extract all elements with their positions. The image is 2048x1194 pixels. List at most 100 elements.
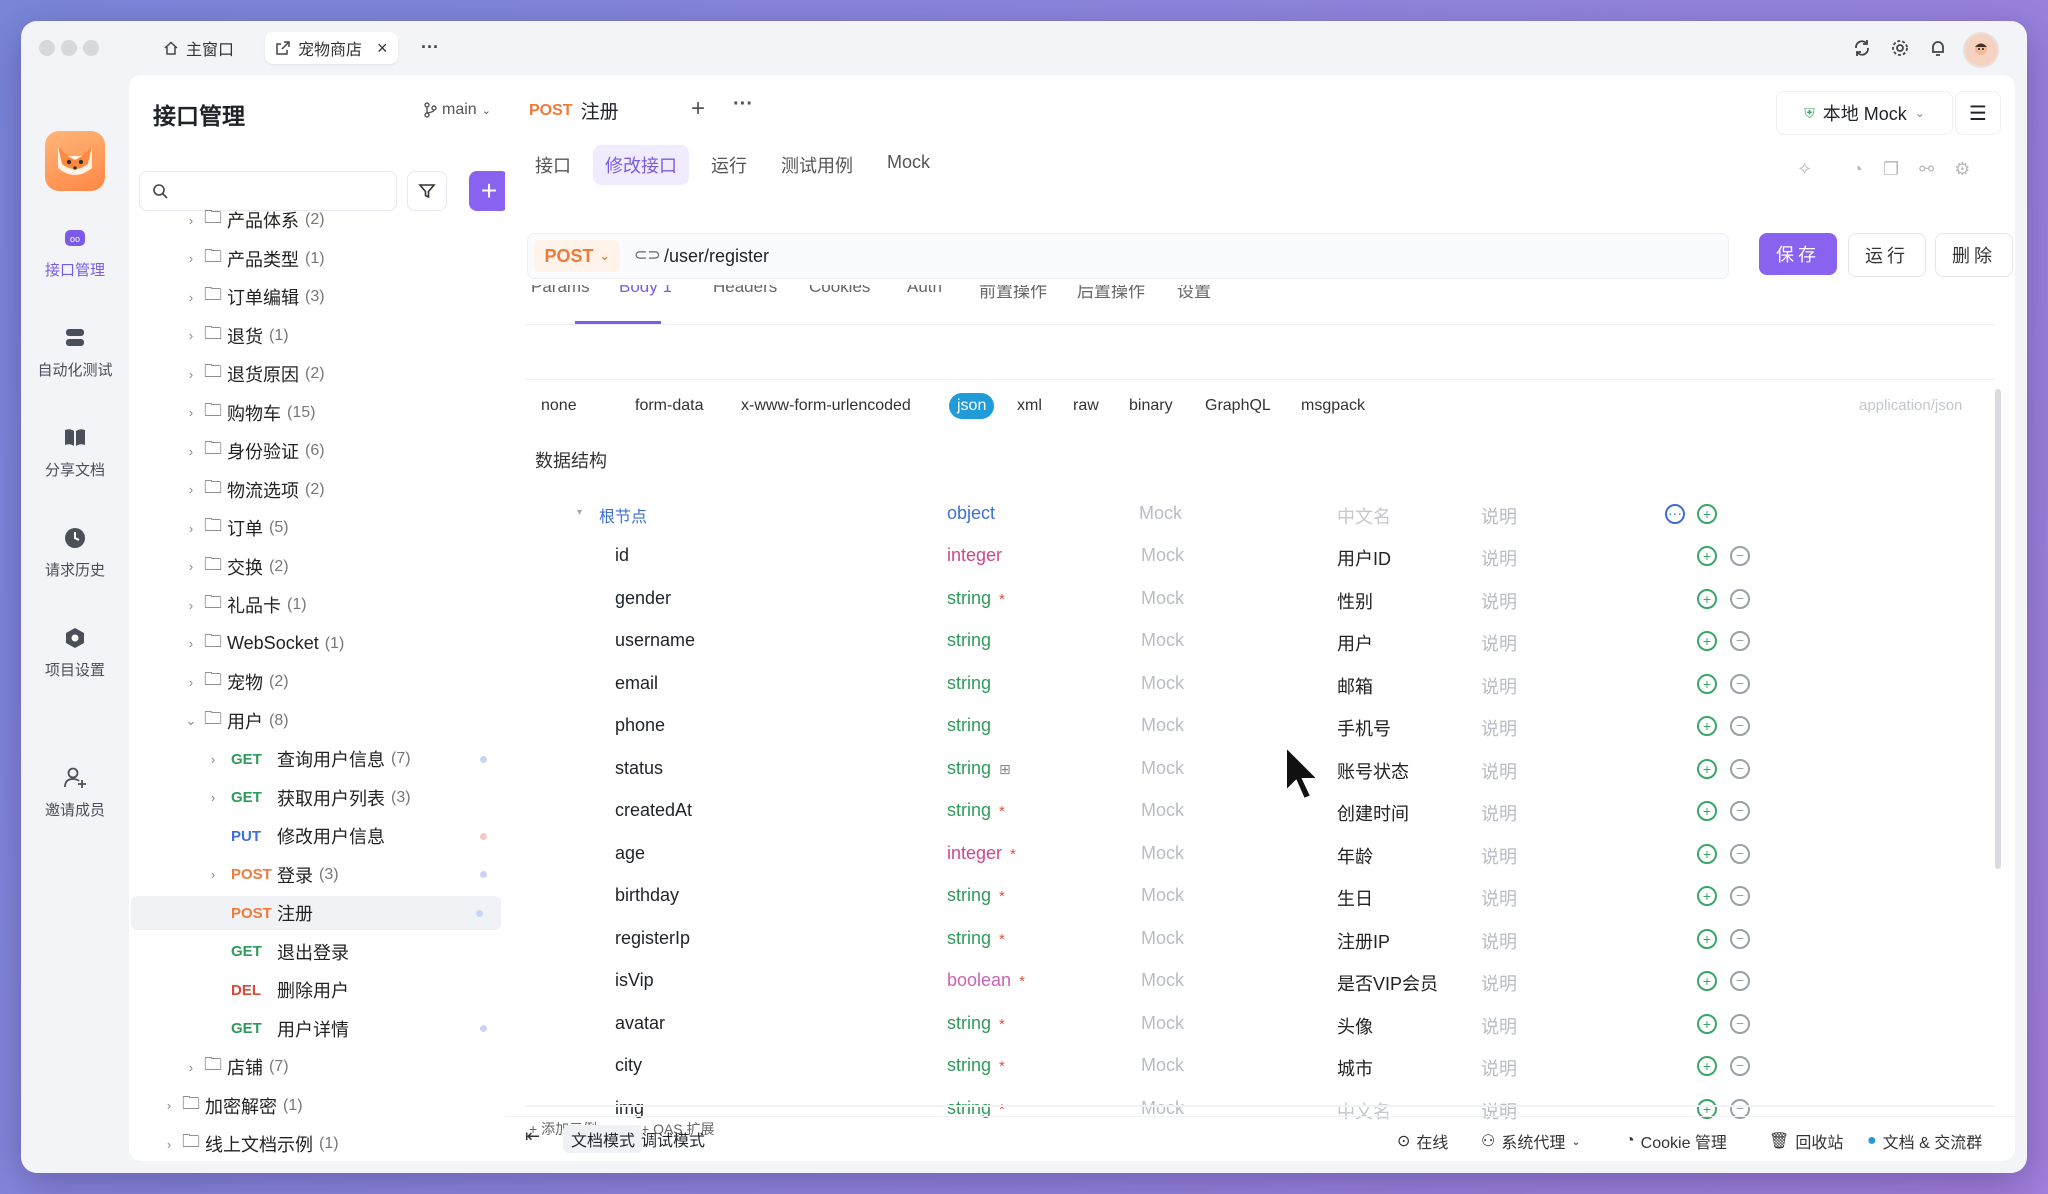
cname-input[interactable]: 注册IP (1337, 928, 1390, 954)
avatar[interactable] (1963, 32, 1999, 68)
add-field-icon[interactable]: + (1697, 971, 1717, 991)
field-type[interactable]: string * (947, 885, 1005, 906)
remove-field-icon[interactable]: − (1730, 843, 1750, 864)
tree-folder[interactable]: › 🗀 身份验证 (6) (129, 434, 505, 468)
docs-community[interactable]: ● 文档 & 交流群 (1867, 1129, 1982, 1153)
maximize-window-button[interactable] (83, 40, 99, 56)
mock-input[interactable]: Mock (1141, 843, 1184, 864)
tab-pet-store[interactable]: 宠物商店 × (265, 32, 398, 64)
tree-folder[interactable]: › 🗀 购物车 (15) (129, 396, 505, 430)
url-bar[interactable]: POST ⌄ ⊂⊃ /user/register (527, 233, 1729, 279)
tab-params[interactable]: Params (531, 285, 590, 297)
desc-input[interactable]: 说明 (1481, 843, 1517, 869)
mock-input[interactable]: Mock (1141, 928, 1184, 949)
remove-field-icon[interactable]: − (1730, 546, 1750, 566)
field-type[interactable]: boolean * (947, 970, 1025, 991)
add-field-icon[interactable]: + (1697, 1056, 1717, 1076)
trash-button[interactable]: 🗑 回收站 (1769, 1129, 1843, 1153)
cookie-manager[interactable]: ◔ Cookie 管理 (1625, 1129, 1727, 1153)
tab-edit-interface[interactable]: 修改接口 (593, 145, 689, 185)
tree-folder[interactable]: › 🗀 加密解密 (1) (129, 1089, 505, 1123)
tree-folder[interactable]: › 🗀 产品类型 (1) (129, 242, 505, 276)
tree-api-item[interactable]: › POST 登录 (3) (129, 858, 505, 892)
cname-input[interactable]: 年龄 (1337, 843, 1373, 869)
tree-folder[interactable]: › 🗀 店铺 (7) (129, 1050, 505, 1084)
tree-api-item[interactable]: DEL 删除用户 (129, 973, 505, 1007)
cname-input[interactable]: 创建时间 (1337, 800, 1409, 826)
cname-input[interactable]: 头像 (1337, 1013, 1373, 1039)
add-field-icon[interactable]: + (1697, 588, 1717, 609)
desc-input[interactable]: 说明 (1481, 503, 1517, 529)
ctype-binary[interactable]: binary (1121, 393, 1181, 419)
schema-field-row[interactable]: registerIp string * Mock 注册IP 说明 + − (525, 918, 2005, 960)
mock-input[interactable]: Mock (1141, 588, 1184, 609)
cname-input[interactable]: 中文名 (1337, 503, 1391, 529)
more-tabs-icon[interactable]: ··· (417, 34, 443, 60)
field-name[interactable]: registerIp (615, 928, 690, 949)
close-window-button[interactable] (39, 40, 55, 56)
field-type[interactable]: string (947, 630, 991, 651)
schema-field-row[interactable]: age integer * Mock 年龄 说明 + − (525, 833, 2005, 875)
tree-folder[interactable]: › 🗀 订单 (5) (129, 511, 505, 545)
field-type[interactable]: integer * (947, 843, 1016, 864)
cname-input[interactable]: 是否VIP会员 (1337, 970, 1438, 996)
field-name[interactable]: gender (615, 588, 671, 609)
schema-field-row[interactable]: username string Mock 用户 说明 + − (525, 620, 2005, 662)
field-name[interactable]: email (615, 673, 658, 694)
desc-input[interactable]: 说明 (1481, 970, 1517, 996)
tree-folder[interactable]: › 🗀 退货原因 (2) (129, 357, 505, 391)
request-tab[interactable]: POST 注册 (529, 97, 619, 124)
remove-field-icon[interactable]: − (1730, 588, 1750, 609)
cname-input[interactable]: 生日 (1337, 885, 1373, 911)
cname-input[interactable]: 账号状态 (1337, 758, 1409, 784)
magic-icon[interactable]: ✧ (1797, 159, 1812, 180)
rail-api-management[interactable]: oo 接口管理 (21, 225, 129, 280)
tab-post-ops[interactable]: 后置操作 (1077, 285, 1145, 302)
hamburger-menu-icon[interactable]: ☰ (1955, 91, 2001, 135)
rail-request-history[interactable]: 请求历史 (21, 525, 129, 580)
field-type[interactable]: string (947, 715, 991, 736)
mock-input[interactable]: Mock (1141, 885, 1184, 906)
add-tab-icon[interactable]: + (691, 95, 705, 123)
tree-folder[interactable]: › 🗀 交换 (2) (129, 550, 505, 584)
field-name[interactable]: isVip (615, 970, 654, 991)
field-name[interactable]: age (615, 843, 645, 864)
more-icon[interactable]: ··· (1665, 504, 1685, 524)
proxy-selector[interactable]: ⚇ 系统代理 ⌄ (1481, 1129, 1581, 1153)
environment-selector[interactable]: ⛨ 本地 Mock ⌄ (1776, 91, 1953, 135)
more-options-icon[interactable]: ··· (733, 93, 753, 116)
tree-folder[interactable]: › 🗀 产品体系 (2) (129, 203, 505, 237)
add-field-icon[interactable]: + (1697, 546, 1717, 566)
desc-input[interactable]: 说明 (1481, 1055, 1517, 1081)
tree-api-item[interactable]: › GET 查询用户信息 (7) (129, 742, 505, 776)
desc-input[interactable]: 说明 (1481, 588, 1517, 614)
field-type[interactable]: string * (947, 1055, 1005, 1076)
field-type[interactable]: string ⊞ (947, 758, 1011, 779)
refresh-icon[interactable] (1849, 35, 1875, 61)
add-field-icon[interactable]: + (1697, 928, 1717, 949)
field-type[interactable]: object (947, 503, 995, 524)
online-status[interactable]: ⊙ 在线 (1397, 1129, 1448, 1153)
schema-field-row[interactable]: birthday string * Mock 生日 说明 + − (525, 875, 2005, 917)
collapse-sidebar-icon[interactable]: ⇤ (525, 1126, 540, 1147)
branch-selector[interactable]: main ⌄ (423, 101, 491, 119)
tab-settings[interactable]: 设置 (1177, 285, 1211, 302)
field-type[interactable]: string * (947, 1013, 1005, 1034)
desc-input[interactable]: 说明 (1481, 885, 1517, 911)
field-name[interactable]: city (615, 1055, 642, 1076)
desc-input[interactable]: 说明 (1481, 928, 1517, 954)
remove-field-icon[interactable]: − (1730, 801, 1750, 821)
cname-input[interactable]: 手机号 (1337, 715, 1391, 741)
ctype-json[interactable]: json (949, 393, 995, 419)
ctype-urlencoded[interactable]: x-www-form-urlencoded (733, 393, 919, 419)
share-icon[interactable]: ⚯ (1919, 159, 1934, 180)
rail-invite-members[interactable]: 邀请成员 (21, 765, 129, 820)
schema-field-row[interactable]: id integer Mock 用户ID 说明 + − (525, 535, 2005, 577)
field-name[interactable]: createdAt (615, 800, 692, 821)
schema-field-row[interactable]: city string * Mock 城市 说明 + − (525, 1045, 2005, 1087)
debug-mode-button[interactable]: 调试模式 (633, 1125, 713, 1153)
rail-automation-test[interactable]: 自动化测试 (21, 325, 129, 380)
tree-folder[interactable]: › 🗀 宠物 (2) (129, 665, 505, 699)
tree-folder-expanded[interactable]: ⌄ 🗀 用户 (8) (129, 704, 505, 738)
add-field-icon[interactable]: + (1697, 886, 1717, 906)
